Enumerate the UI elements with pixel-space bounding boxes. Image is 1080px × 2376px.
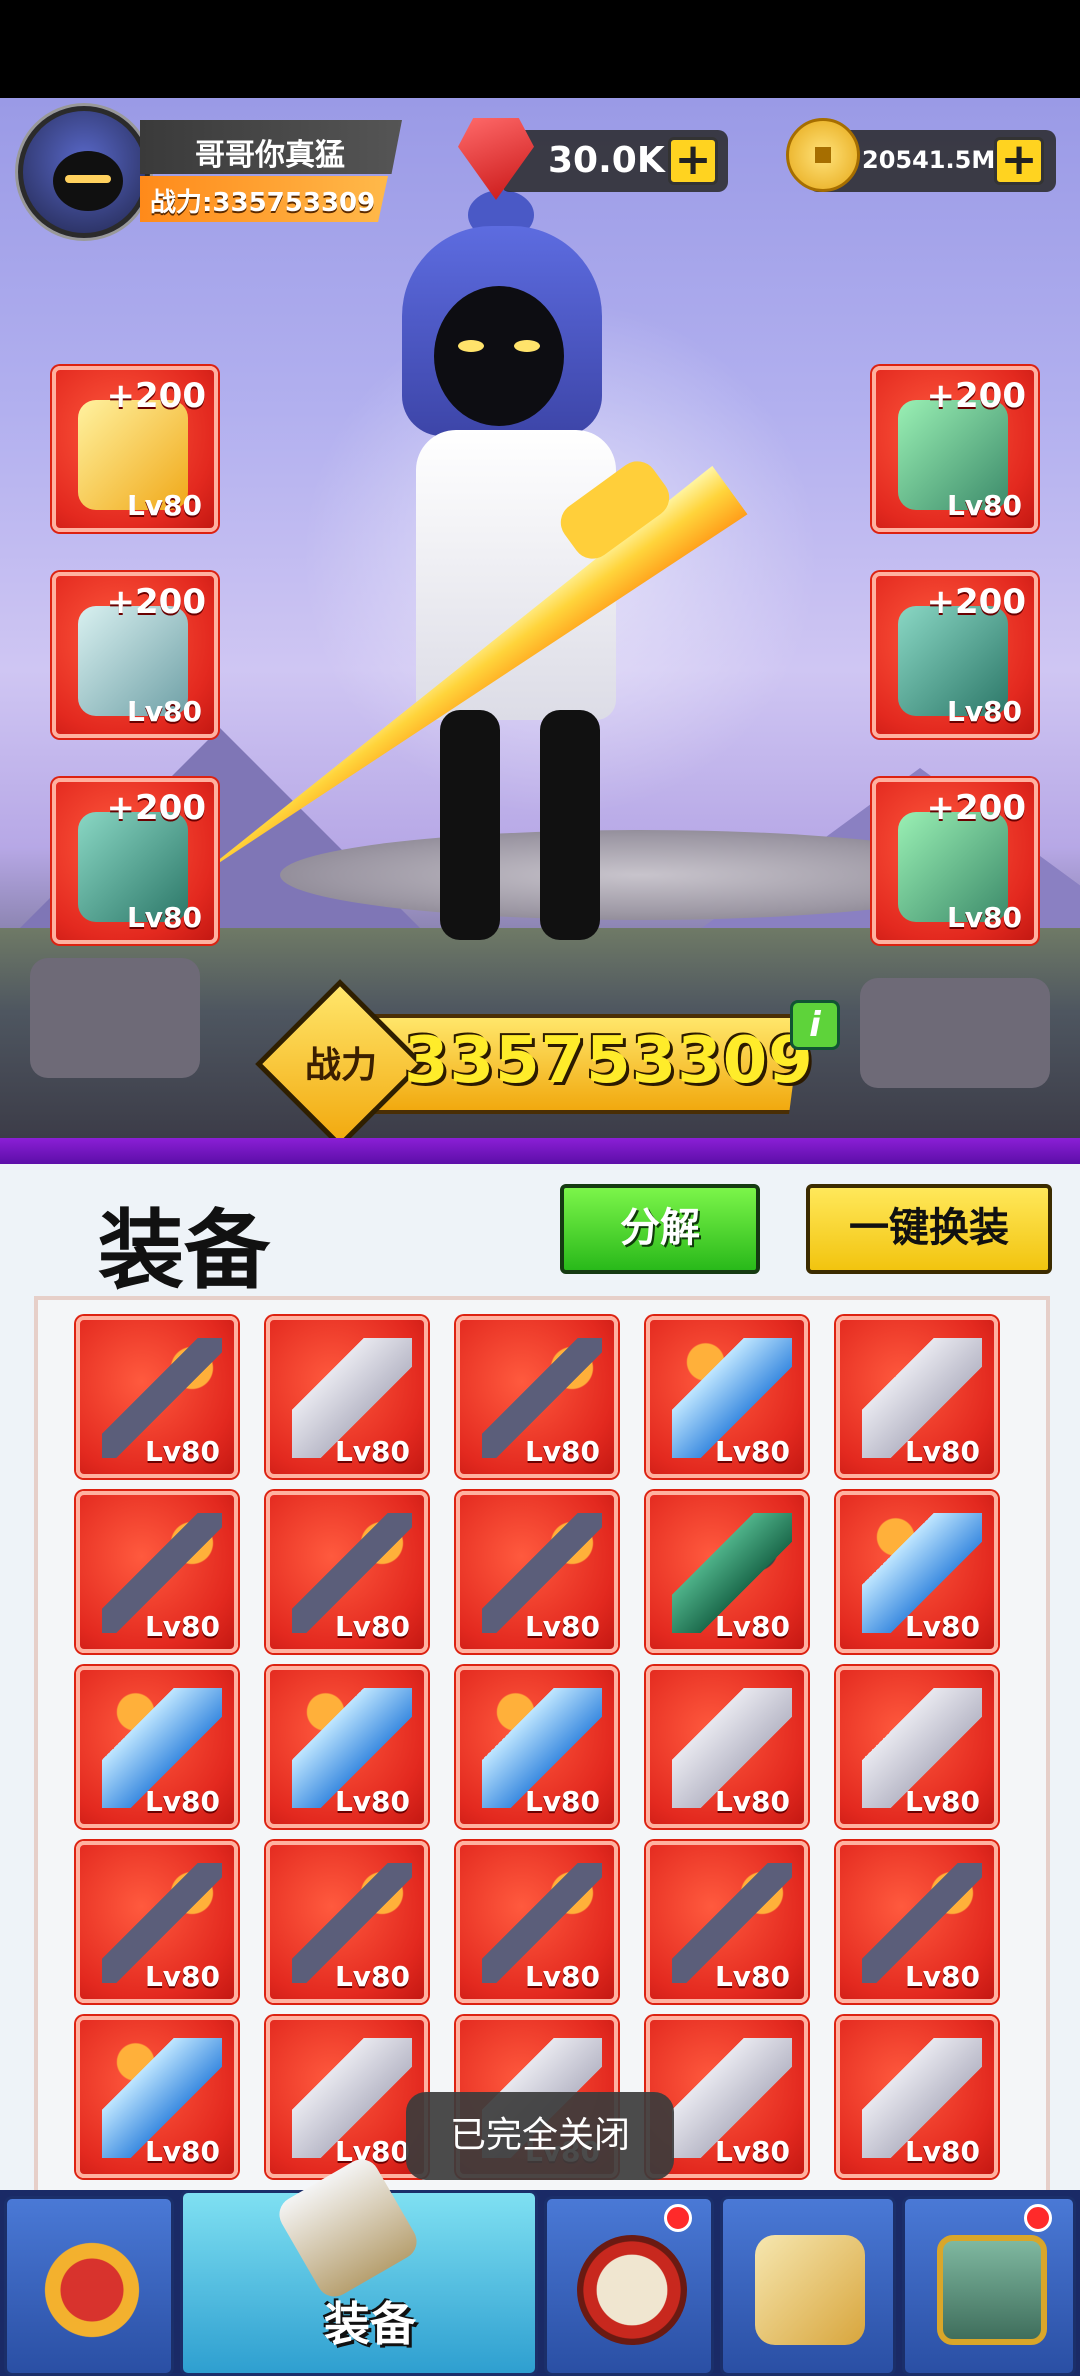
drum-icon	[577, 2235, 687, 2345]
inventory-item[interactable]: Lv80	[266, 1316, 428, 1478]
item-level: Lv80	[524, 1610, 600, 1643]
combat-power-value: 335753309	[404, 1024, 814, 1098]
inventory-item[interactable]: Lv80	[76, 1316, 238, 1478]
coins-amount: 20541.5M	[862, 146, 996, 174]
item-level: Lv80	[334, 1435, 410, 1468]
item-level: Lv80	[904, 2135, 980, 2168]
equipped-chest-slot[interactable]: +200 Lv80	[872, 572, 1038, 738]
add-gems-button[interactable]: +	[668, 137, 718, 185]
item-level: Lv80	[946, 695, 1022, 728]
masked-hero-icon	[37, 2235, 147, 2345]
gems-amount: 30.0K	[548, 140, 665, 181]
inventory-item[interactable]: Lv80	[76, 1841, 238, 2003]
item-level: Lv80	[904, 1610, 980, 1643]
inventory-item[interactable]: Lv80	[266, 1666, 428, 1828]
combat-power-label: 战力	[304, 1045, 377, 1086]
rock	[30, 958, 200, 1078]
item-level: Lv80	[126, 695, 202, 728]
inventory-item[interactable]: Lv80	[266, 1841, 428, 2003]
enhance-bonus: +200	[106, 376, 206, 416]
item-level: Lv80	[714, 1960, 790, 1993]
item-level: Lv80	[144, 1435, 220, 1468]
hero-eye	[514, 340, 540, 352]
gold-coin-icon	[786, 118, 860, 192]
item-level: Lv80	[714, 1785, 790, 1818]
item-level: Lv80	[144, 2135, 220, 2168]
item-level: Lv80	[904, 1435, 980, 1468]
hero-eye	[458, 340, 484, 352]
rock	[860, 978, 1050, 1088]
panel-divider	[0, 1138, 1080, 1164]
inventory-item[interactable]: Lv80	[836, 1841, 998, 2003]
item-level: Lv80	[904, 1785, 980, 1818]
avatar-eyes	[65, 175, 111, 183]
inventory-item[interactable]: Lv80	[646, 1491, 808, 1653]
enhance-bonus: +200	[926, 582, 1026, 622]
scroll-icon	[755, 2235, 865, 2345]
item-level: Lv80	[524, 1435, 600, 1468]
tab-scroll[interactable]	[720, 2196, 896, 2376]
inventory-item[interactable]: Lv80	[646, 1316, 808, 1478]
equipped-weapon-slot[interactable]: +200 Lv80	[52, 366, 218, 532]
inventory-item[interactable]: Lv80	[266, 2016, 428, 2178]
inventory-item[interactable]: Lv80	[836, 1491, 998, 1653]
item-level: Lv80	[714, 2135, 790, 2168]
item-level: Lv80	[334, 1610, 410, 1643]
player-avatar[interactable]	[18, 106, 150, 238]
tab-equipment-label: 装备	[324, 2297, 416, 2351]
inventory-item[interactable]: Lv80	[456, 1666, 618, 1828]
add-coins-button[interactable]: +	[994, 137, 1044, 185]
inventory-item[interactable]: Lv80	[76, 1666, 238, 1828]
auto-equip-button[interactable]: 一键换装	[806, 1184, 1052, 1274]
inventory-item[interactable]: Lv80	[456, 1316, 618, 1478]
hero-leg	[540, 710, 600, 940]
power-info-button[interactable]: i	[790, 1000, 840, 1050]
item-level: Lv80	[946, 901, 1022, 934]
item-level: Lv80	[144, 1785, 220, 1818]
equipped-ring-slot[interactable]: +200 Lv80	[52, 778, 218, 944]
inventory-item[interactable]: Lv80	[456, 1491, 618, 1653]
item-level: Lv80	[524, 1785, 600, 1818]
inventory-item[interactable]: Lv80	[456, 1841, 618, 2003]
equipped-armor-slot[interactable]: +200 Lv80	[52, 572, 218, 738]
player-power: 战力:335753309	[150, 188, 376, 218]
equipped-gauntlet-slot[interactable]: +200 Lv80	[872, 778, 1038, 944]
enhance-bonus: +200	[926, 788, 1026, 828]
item-level: Lv80	[126, 901, 202, 934]
item-level: Lv80	[904, 1960, 980, 1993]
inventory-item[interactable]: Lv80	[76, 1491, 238, 1653]
inventory-item[interactable]: Lv80	[836, 2016, 998, 2178]
item-level: Lv80	[714, 1435, 790, 1468]
hero-face	[434, 286, 564, 426]
equipped-helmet-slot[interactable]: +200 Lv80	[872, 366, 1038, 532]
notification-dot	[1024, 2204, 1052, 2232]
item-level: Lv80	[144, 1960, 220, 1993]
item-level: Lv80	[334, 1785, 410, 1818]
toast-message: 已完全关闭	[406, 2092, 674, 2180]
item-level: Lv80	[334, 1960, 410, 1993]
item-level: Lv80	[714, 1610, 790, 1643]
item-level: Lv80	[144, 1610, 220, 1643]
enhance-bonus: +200	[106, 582, 206, 622]
enhance-bonus: +200	[926, 376, 1026, 416]
inventory-item[interactable]: Lv80	[266, 1491, 428, 1653]
inventory-item[interactable]: Lv80	[836, 1316, 998, 1478]
hero-leg	[440, 710, 500, 940]
status-bar	[0, 0, 1080, 98]
item-level: Lv80	[126, 489, 202, 522]
panel-title: 装备	[98, 1201, 270, 1301]
treasure-gate-icon	[937, 2235, 1047, 2345]
player-name: 哥哥你真猛	[195, 138, 345, 173]
inventory-item[interactable]: Lv80	[76, 2016, 238, 2178]
decompose-button[interactable]: 分解	[560, 1184, 760, 1274]
item-level: Lv80	[524, 1960, 600, 1993]
item-level: Lv80	[946, 489, 1022, 522]
tab-hero[interactable]	[4, 2196, 174, 2376]
inventory-item[interactable]: Lv80	[646, 1841, 808, 2003]
notification-dot	[664, 2204, 692, 2232]
inventory-item[interactable]: Lv80	[836, 1666, 998, 1828]
inventory-item[interactable]: Lv80	[646, 1666, 808, 1828]
enhance-bonus: +200	[106, 788, 206, 828]
